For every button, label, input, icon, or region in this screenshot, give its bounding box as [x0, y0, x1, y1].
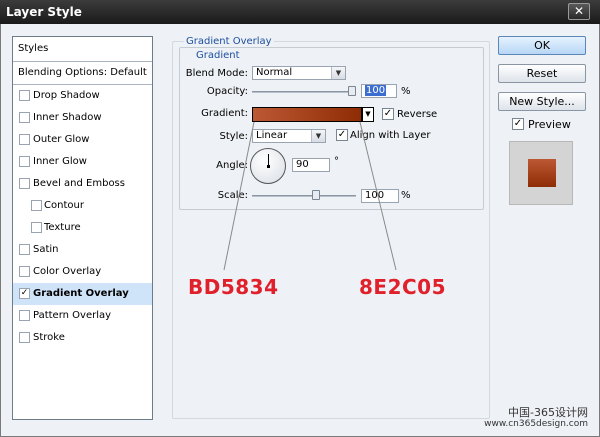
watermark-title: 中国-365设计网: [508, 406, 588, 419]
end-color-leader: [359, 121, 397, 271]
start-color-leader: [223, 121, 255, 271]
watermark-url: www.cn365design.com: [484, 419, 588, 429]
start-color-annotation: BD5834: [188, 275, 279, 299]
end-color-annotation: 8E2C05: [359, 275, 447, 299]
annotation-lines: [223, 121, 397, 271]
